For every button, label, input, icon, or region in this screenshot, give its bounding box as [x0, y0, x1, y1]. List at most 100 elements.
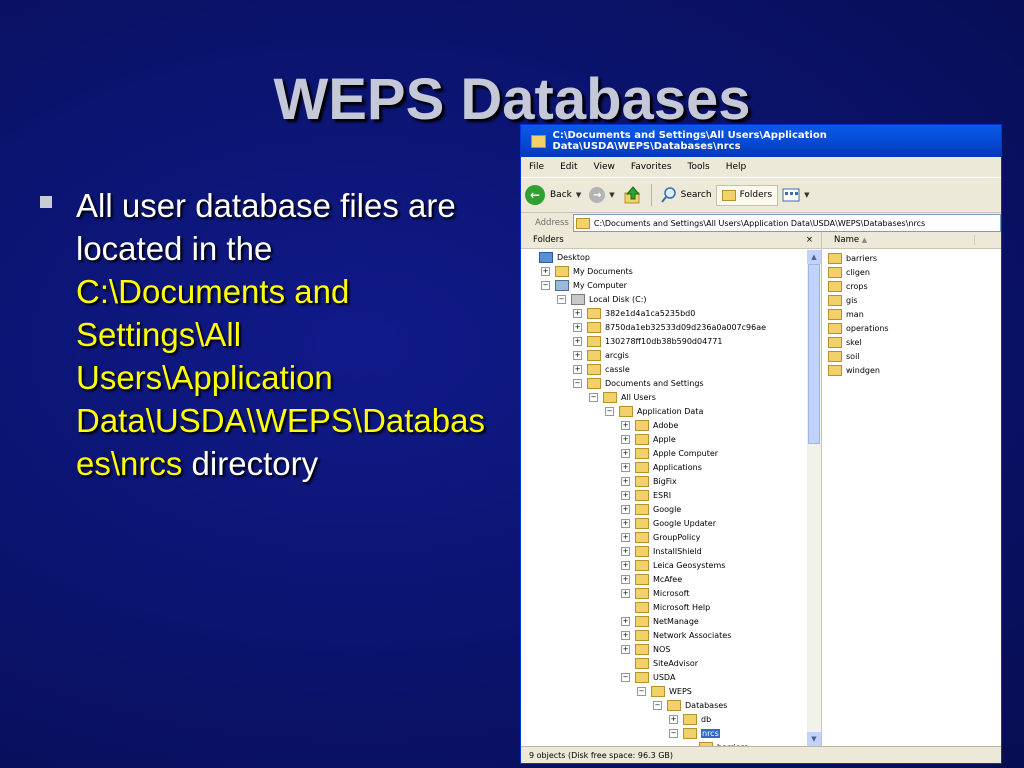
name-column-header[interactable]: Name ▲ [822, 232, 1001, 249]
file-list-item[interactable]: skel [822, 335, 1001, 349]
tree-item[interactable]: + ESRI [621, 488, 671, 502]
tree-item[interactable]: + Leica Geosystems [621, 558, 725, 572]
expand-icon[interactable]: + [541, 266, 550, 276]
file-list-item[interactable]: gis [822, 293, 1001, 307]
menu-view[interactable]: View [586, 162, 623, 172]
tree-item[interactable]: + Google Updater [621, 516, 716, 530]
tree-item[interactable]: + GroupPolicy [621, 530, 700, 544]
tree-item[interactable]: − My Computer [541, 278, 627, 292]
tree-item[interactable]: + McAfee [621, 572, 682, 586]
forward-button[interactable]: → ▼ [585, 187, 618, 203]
tree-item[interactable]: − Documents and Settings [573, 376, 704, 390]
tree-item[interactable]: + Applications [621, 460, 702, 474]
expand-icon[interactable]: + [621, 574, 630, 584]
tree-item[interactable]: − All Users [589, 390, 656, 404]
collapse-icon[interactable]: − [669, 728, 678, 738]
search-button[interactable]: Search [656, 186, 716, 204]
collapse-icon[interactable]: − [653, 700, 662, 710]
folders-button[interactable]: Folders [715, 184, 779, 206]
tree-item[interactable]: + Adobe [621, 418, 678, 432]
collapse-icon[interactable]: − [557, 294, 566, 304]
expand-icon[interactable]: + [621, 630, 630, 640]
expand-icon[interactable]: + [621, 560, 630, 570]
scroll-down-icon[interactable]: ▼ [807, 732, 821, 746]
tree-item[interactable]: − nrcs [669, 726, 720, 740]
up-folder-button[interactable] [619, 185, 647, 205]
expand-icon[interactable]: + [621, 490, 630, 500]
tree-item[interactable]: + My Documents [541, 264, 633, 278]
tree-item[interactable]: Desktop [525, 250, 590, 264]
expand-icon[interactable]: + [621, 518, 630, 528]
menu-favorites[interactable]: Favorites [623, 162, 680, 172]
tree-item[interactable]: − Application Data [605, 404, 703, 418]
menu-edit[interactable]: Edit [552, 162, 585, 172]
expand-icon[interactable]: + [621, 532, 630, 542]
tree-item[interactable]: + Network Associates [621, 628, 731, 642]
menu-tools[interactable]: Tools [680, 162, 718, 172]
file-list-item[interactable]: man [822, 307, 1001, 321]
collapse-icon[interactable]: − [605, 406, 614, 416]
scrollbar-thumb[interactable] [808, 264, 820, 444]
tree-item[interactable]: +8750da1eb32533d09d236a0a007c96ae [573, 320, 766, 334]
expand-icon[interactable]: + [573, 350, 582, 360]
expand-icon[interactable]: + [573, 364, 582, 374]
file-list-item[interactable]: cligen [822, 265, 1001, 279]
address-input[interactable]: C:\Documents and Settings\All Users\Appl… [572, 214, 1001, 232]
tree-item[interactable]: − Databases [653, 698, 727, 712]
expand-icon[interactable]: + [621, 644, 630, 654]
tree-item[interactable]: + InstallShield [621, 544, 702, 558]
chevron-down-icon[interactable]: ▼ [576, 191, 581, 199]
tree-item[interactable]: + db [669, 712, 711, 726]
tree-item[interactable]: − Local Disk (C:) [557, 292, 647, 306]
window-titlebar[interactable]: C:\Documents and Settings\All Users\Appl… [521, 125, 1001, 157]
tree-item[interactable]: + Microsoft [621, 586, 689, 600]
chevron-down-icon[interactable]: ▼ [804, 191, 809, 199]
tree-item[interactable]: + arcgis [573, 348, 629, 362]
expand-icon[interactable]: + [669, 714, 678, 724]
back-button[interactable]: ← Back ▼ [521, 185, 585, 205]
tree-item[interactable]: SiteAdvisor [621, 656, 698, 670]
file-list-item[interactable]: operations [822, 321, 1001, 335]
file-list-item[interactable]: crops [822, 279, 1001, 293]
collapse-icon[interactable]: − [573, 378, 582, 388]
tree-item[interactable]: − WEPS [637, 684, 692, 698]
expand-icon[interactable]: + [621, 546, 630, 556]
expand-icon[interactable]: + [573, 322, 582, 332]
collapse-icon[interactable]: − [589, 392, 598, 402]
collapse-icon[interactable]: − [637, 686, 646, 696]
expand-icon[interactable]: + [621, 504, 630, 514]
expand-icon[interactable]: + [573, 336, 582, 346]
expand-icon[interactable]: + [621, 616, 630, 626]
expand-icon[interactable]: + [621, 476, 630, 486]
collapse-icon[interactable]: − [621, 672, 630, 682]
scrollbar[interactable]: ▲ ▼ [807, 250, 821, 746]
file-list-item[interactable]: barriers [822, 251, 1001, 265]
tree-item[interactable]: + cassle [573, 362, 630, 376]
views-button[interactable]: ▼ [778, 188, 813, 202]
expand-icon[interactable]: + [621, 462, 630, 472]
tree-item[interactable]: + NetManage [621, 614, 699, 628]
tree-item-label: nrcs [701, 728, 720, 738]
expand-icon[interactable]: + [621, 420, 630, 430]
close-icon[interactable]: × [806, 235, 813, 245]
tree-item[interactable]: + Apple [621, 432, 676, 446]
chevron-down-icon[interactable]: ▼ [609, 191, 614, 199]
tree-item[interactable]: + NOS [621, 642, 670, 656]
file-list-item[interactable]: windgen [822, 363, 1001, 377]
menu-file[interactable]: File [521, 162, 552, 172]
tree-item[interactable]: + BigFix [621, 474, 677, 488]
expand-icon[interactable]: + [573, 308, 582, 318]
tree-item[interactable]: − USDA [621, 670, 675, 684]
expand-icon[interactable]: + [621, 448, 630, 458]
tree-item[interactable]: +382e1d4a1ca5235bd0 [573, 306, 695, 320]
tree-item[interactable]: +130278ff10db38b590d04771 [573, 334, 722, 348]
expand-icon[interactable]: + [621, 434, 630, 444]
tree-item[interactable]: Microsoft Help [621, 600, 710, 614]
file-list-item[interactable]: soil [822, 349, 1001, 363]
collapse-icon[interactable]: − [541, 280, 550, 290]
menu-help[interactable]: Help [718, 162, 755, 172]
tree-item[interactable]: + Google [621, 502, 681, 516]
scroll-up-icon[interactable]: ▲ [807, 250, 821, 264]
expand-icon[interactable]: + [621, 588, 630, 598]
tree-item[interactable]: + Apple Computer [621, 446, 718, 460]
